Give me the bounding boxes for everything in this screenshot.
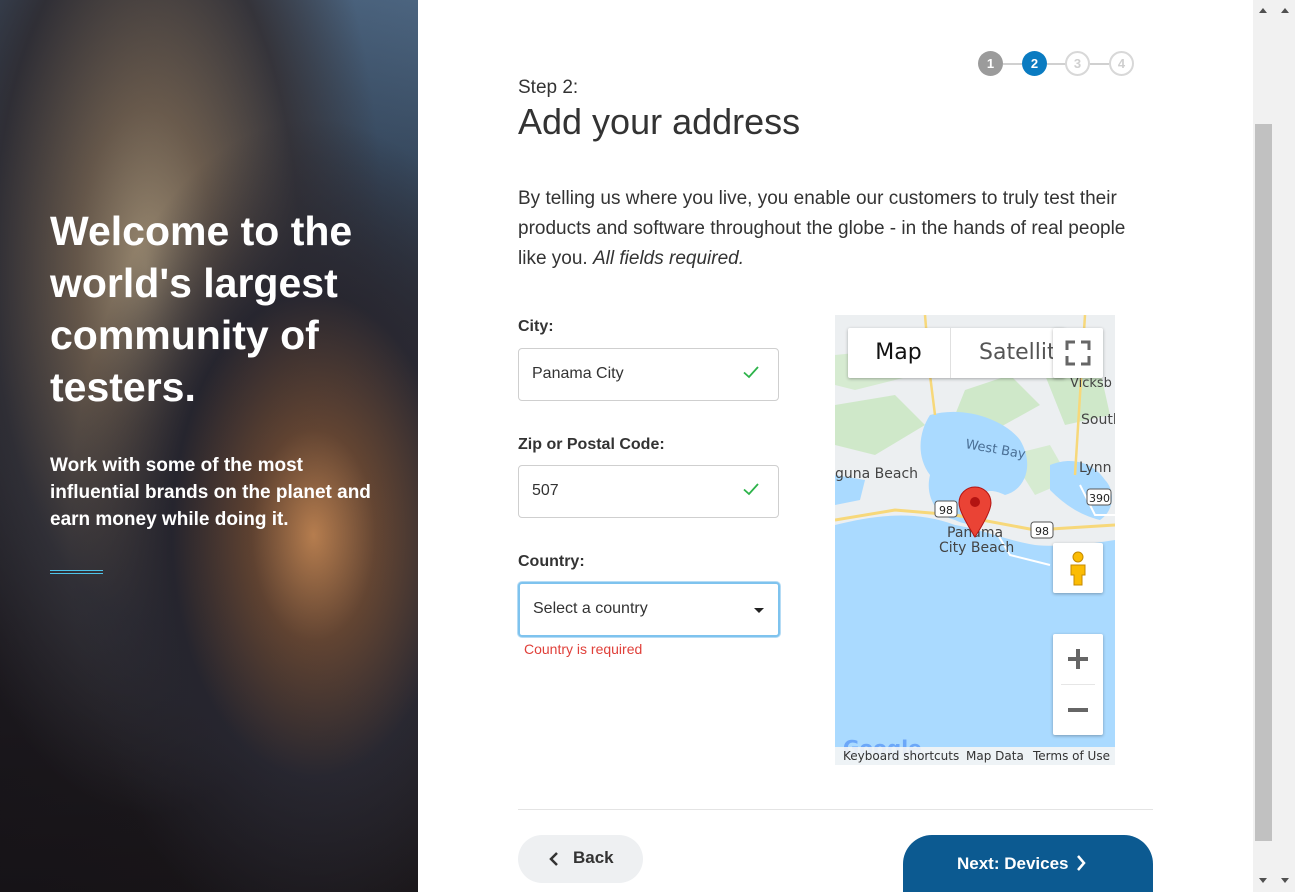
label-panama-city-beach-2: City Beach bbox=[939, 540, 1014, 556]
back-label: Back bbox=[573, 848, 614, 867]
city-value: Panama City bbox=[532, 365, 624, 382]
zip-input[interactable]: 507 bbox=[518, 465, 779, 518]
outer-scroll-up-icon[interactable] bbox=[1281, 8, 1289, 13]
label-laguna-beach: guna Beach bbox=[835, 466, 918, 482]
intro-required-note: All fields required. bbox=[592, 248, 745, 269]
chevron-right-icon bbox=[1077, 855, 1086, 871]
intro-text: By telling us where you live, you enable… bbox=[518, 184, 1148, 274]
page-title: Add your address bbox=[518, 101, 801, 142]
label-vicksburg: Vicksb bbox=[1070, 376, 1112, 391]
hero-image bbox=[0, 0, 418, 892]
scroll-thumb[interactable] bbox=[1255, 124, 1272, 841]
scroll-up-icon[interactable] bbox=[1259, 8, 1267, 13]
zip-value: 507 bbox=[532, 482, 559, 499]
country-select[interactable]: Select a country bbox=[518, 582, 780, 637]
country-value: Select a country bbox=[533, 600, 648, 617]
progress-stepper: 1 2 3 4 bbox=[978, 51, 1138, 77]
label-hwy98b: 98 bbox=[1035, 525, 1049, 538]
step-4: 4 bbox=[1109, 51, 1134, 76]
step-3: 3 bbox=[1065, 51, 1090, 76]
keyboard-shortcuts-link[interactable]: Keyboard shortcuts bbox=[843, 749, 959, 763]
map-widget[interactable]: West Bay guna Beach Panama City Beach Vi… bbox=[835, 315, 1115, 765]
hero-panel: Welcome to the world's largest community… bbox=[0, 0, 418, 892]
caret-down-icon bbox=[754, 608, 764, 613]
country-label: Country: bbox=[518, 553, 585, 570]
step-1: 1 bbox=[978, 51, 1003, 76]
terms-of-use-link[interactable]: Terms of Use bbox=[1033, 749, 1110, 763]
zoom-in-icon[interactable] bbox=[1068, 649, 1088, 669]
map-data-link[interactable]: Map Data bbox=[966, 749, 1024, 763]
outer-scroll-down-icon[interactable] bbox=[1281, 878, 1289, 883]
hero-accent-line bbox=[50, 570, 103, 574]
fullscreen-button[interactable] bbox=[1053, 328, 1103, 378]
check-icon bbox=[743, 483, 759, 496]
footer-divider bbox=[518, 809, 1153, 810]
label-south: South bbox=[1081, 412, 1115, 428]
hero-subtitle: Work with some of the most influential b… bbox=[50, 455, 371, 530]
label-lynn: Lynn bbox=[1079, 460, 1112, 476]
zoom-control bbox=[1053, 634, 1103, 735]
city-input[interactable]: Panama City bbox=[518, 348, 779, 401]
country-error: Country is required bbox=[524, 641, 643, 657]
street-view-button[interactable] bbox=[1053, 543, 1103, 593]
map-footer: Keyboard shortcuts Map Data Terms of Use bbox=[835, 747, 1115, 765]
step-connector bbox=[1003, 63, 1022, 65]
zip-label: Zip or Postal Code: bbox=[518, 436, 665, 453]
pegman-icon bbox=[1070, 551, 1086, 586]
label-hwy98a: 98 bbox=[939, 504, 953, 517]
fullscreen-icon bbox=[1065, 340, 1091, 366]
scroll-down-icon[interactable] bbox=[1259, 878, 1267, 883]
next-devices-button[interactable]: Next: Devices bbox=[903, 835, 1153, 892]
hero-title: Welcome to the world's largest community… bbox=[50, 208, 353, 410]
back-button[interactable]: Back bbox=[518, 835, 643, 883]
city-label: City: bbox=[518, 318, 554, 335]
scrollbar[interactable] bbox=[1253, 0, 1295, 892]
step-connector bbox=[1047, 63, 1066, 65]
step-connector bbox=[1090, 63, 1109, 65]
chevron-left-icon bbox=[549, 852, 558, 866]
map-type-control: Map Satellite bbox=[848, 328, 1065, 378]
check-icon bbox=[743, 366, 759, 379]
next-label: Next: Devices bbox=[957, 854, 1069, 873]
label-hwy390: 390 bbox=[1089, 492, 1110, 505]
zoom-icons bbox=[1061, 649, 1095, 712]
map-type-map-button[interactable]: Map bbox=[848, 328, 949, 378]
map-type-satellite-button[interactable]: Satellite bbox=[950, 328, 1065, 378]
step-label: Step 2: bbox=[518, 77, 579, 98]
step-2: 2 bbox=[1022, 51, 1047, 76]
